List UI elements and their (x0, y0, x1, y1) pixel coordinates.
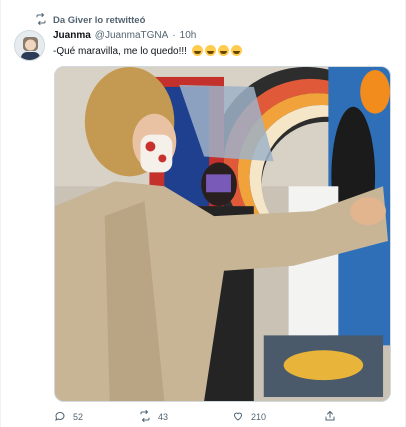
author-name[interactable]: Juanma (53, 30, 91, 41)
laughing-emoji-icon (230, 45, 242, 56)
tweet-header: Juanma @JuanmaTGNA · 10h (53, 30, 196, 41)
tweet-text: -Qué maravilla, me lo quedo!!! (53, 45, 242, 57)
retweet-icon (35, 13, 47, 28)
reply-count: 52 (73, 412, 84, 422)
tweet-body: -Qué maravilla, me lo quedo!!! (53, 46, 187, 57)
retweet-context[interactable]: Da Giver lo retwitteó (35, 13, 145, 28)
tweet-actions: 52 43 210 (54, 410, 354, 424)
tweet-photo[interactable] (54, 66, 391, 402)
emoji-row (190, 45, 242, 57)
share-icon (324, 410, 336, 424)
author-handle[interactable]: @JuanmaTGNA (95, 30, 169, 41)
reply-icon (54, 410, 66, 424)
retweet-label: Da Giver lo retwitteó (53, 15, 146, 26)
laughing-emoji-icon (191, 45, 203, 56)
share-button[interactable] (324, 410, 336, 424)
tweet-card[interactable]: Da Giver lo retwitteó Juanma @JuanmaTGNA… (0, 0, 406, 427)
like-button[interactable]: 210 (232, 410, 266, 424)
avatar[interactable] (14, 30, 45, 61)
reply-button[interactable]: 52 (54, 410, 83, 424)
retweet-button[interactable]: 43 (139, 410, 168, 424)
retweet-action-icon (139, 410, 151, 424)
laughing-emoji-icon (217, 45, 229, 56)
tweet-timestamp[interactable]: 10h (180, 30, 197, 41)
laughing-emoji-icon (204, 45, 216, 56)
heart-icon (232, 410, 244, 424)
like-count: 210 (251, 412, 267, 422)
header-separator: · (172, 30, 176, 41)
retweet-count: 43 (158, 412, 169, 422)
